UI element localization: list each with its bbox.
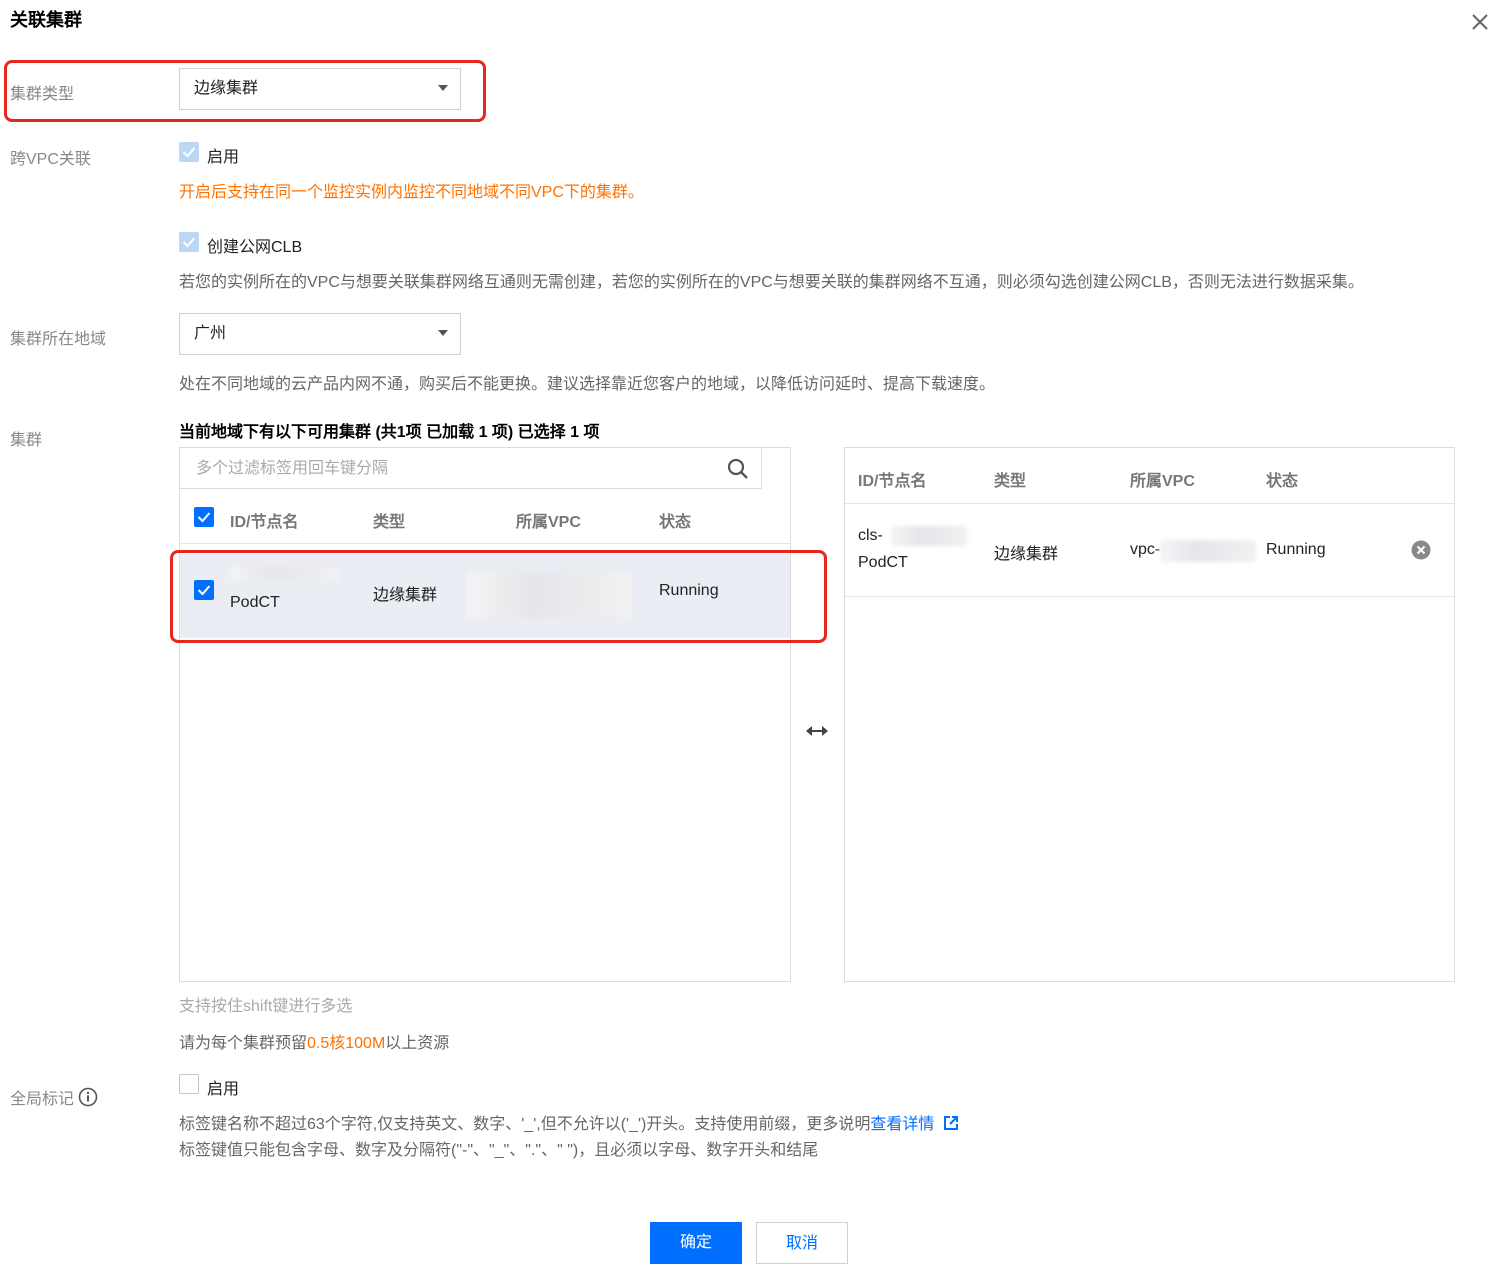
remove-icon[interactable] — [1411, 540, 1431, 565]
tag-rule-1-text: 标签键名称不超过63个字符,仅支持英文、数字、'_',但不允许以('_')开头。… — [179, 1116, 871, 1133]
cluster-summary: 当前地域下有以下可用集群 (共1项 已加载 1 项) 已选择 1 项 — [179, 424, 600, 441]
public-clb-note: 若您的实例所在的VPC与想要关联集群网络互通则无需创建，若您的实例所在的VPC与… — [179, 274, 1364, 291]
cross-vpc-label: 跨VPC关联 — [10, 151, 91, 168]
right-row-type: 边缘集群 — [994, 546, 1059, 563]
region-label: 集群所在地域 — [10, 331, 107, 348]
global-tag-label-text: 全局标记 — [10, 1091, 75, 1108]
cross-vpc-checkbox-label: 启用 — [207, 149, 240, 166]
chevron-down-icon — [438, 85, 448, 91]
global-tag-checkbox[interactable] — [179, 1074, 199, 1094]
region-value: 广州 — [194, 325, 227, 342]
left-col-id: ID/节点名 — [230, 514, 299, 531]
resource-hint: 请为每个集群预留0.5核100M以上资源 — [179, 1029, 449, 1053]
resource-hint-value: 0.5核100M — [307, 1035, 386, 1052]
search-input[interactable] — [194, 456, 718, 482]
divider — [845, 596, 1454, 597]
public-clb-checkbox[interactable] — [179, 232, 199, 252]
cross-vpc-note: 开启后支持在同一个监控实例内监控不同地域不同VPC下的集群。 — [179, 184, 644, 201]
chevron-down-icon — [438, 330, 448, 336]
right-row-id: cls- — [858, 527, 883, 544]
dialog-title: 关联集群 — [10, 10, 82, 30]
redacted-vpc — [1160, 540, 1256, 562]
global-tag-label: 全局标记 — [10, 1085, 98, 1112]
cluster-type-value: 边缘集群 — [194, 80, 259, 97]
right-col-id: ID/节点名 — [858, 473, 927, 490]
right-col-vpc: 所属VPC — [1130, 473, 1195, 490]
resource-hint-prefix: 请为每个集群预留 — [179, 1035, 308, 1052]
redacted-cluster-id — [891, 526, 967, 546]
right-row-name: PodCT — [858, 554, 908, 571]
region-note: 处在不同地域的云产品内网不通，购买后不能更换。建议选择靠近您客户的地域，以降低访… — [179, 376, 996, 393]
check-icon — [182, 237, 196, 248]
left-col-status: 状态 — [659, 514, 692, 531]
cancel-button[interactable]: 取消 — [756, 1222, 848, 1264]
right-row-vpc: vpc- — [1130, 541, 1161, 558]
close-icon[interactable] — [1468, 10, 1492, 34]
search-box[interactable] — [179, 447, 762, 489]
right-row-status: Running — [1266, 541, 1326, 558]
check-icon — [197, 512, 211, 523]
public-clb-checkbox-label: 创建公网CLB — [207, 239, 303, 256]
global-tag-checkbox-label: 启用 — [207, 1081, 240, 1098]
cluster-label: 集群 — [10, 432, 43, 449]
info-icon[interactable] — [78, 1087, 98, 1112]
left-col-vpc: 所属VPC — [516, 514, 581, 531]
right-col-type: 类型 — [994, 473, 1027, 490]
tag-rule-2: 标签键值只能包含字母、数字及分隔符("-"、"_"、"."、" ")，且必须以字… — [179, 1142, 819, 1159]
divider — [180, 543, 790, 544]
left-col-type: 类型 — [373, 514, 406, 531]
transfer-icon — [804, 722, 830, 745]
external-link-icon[interactable] — [943, 1115, 959, 1136]
search-icon[interactable] — [727, 458, 749, 485]
shift-hint: 支持按住shift键进行多选 — [179, 998, 353, 1015]
region-select[interactable]: 广州 — [179, 313, 461, 355]
tag-rule-1: 标签键名称不超过63个字符,仅支持英文、数字、'_',但不允许以('_')开头。… — [179, 1110, 959, 1136]
selected-row-highlight — [170, 550, 827, 643]
divider — [845, 503, 1454, 504]
check-icon — [182, 147, 196, 158]
select-all-checkbox[interactable] — [194, 507, 214, 527]
confirm-button[interactable]: 确定 — [650, 1222, 742, 1264]
view-details-link[interactable]: 查看详情 — [870, 1116, 934, 1133]
cluster-type-select[interactable]: 边缘集群 — [179, 68, 461, 110]
right-col-status: 状态 — [1266, 473, 1299, 490]
cluster-type-label: 集群类型 — [10, 86, 75, 103]
resource-hint-suffix: 以上资源 — [385, 1035, 450, 1052]
cross-vpc-checkbox[interactable] — [179, 142, 199, 162]
